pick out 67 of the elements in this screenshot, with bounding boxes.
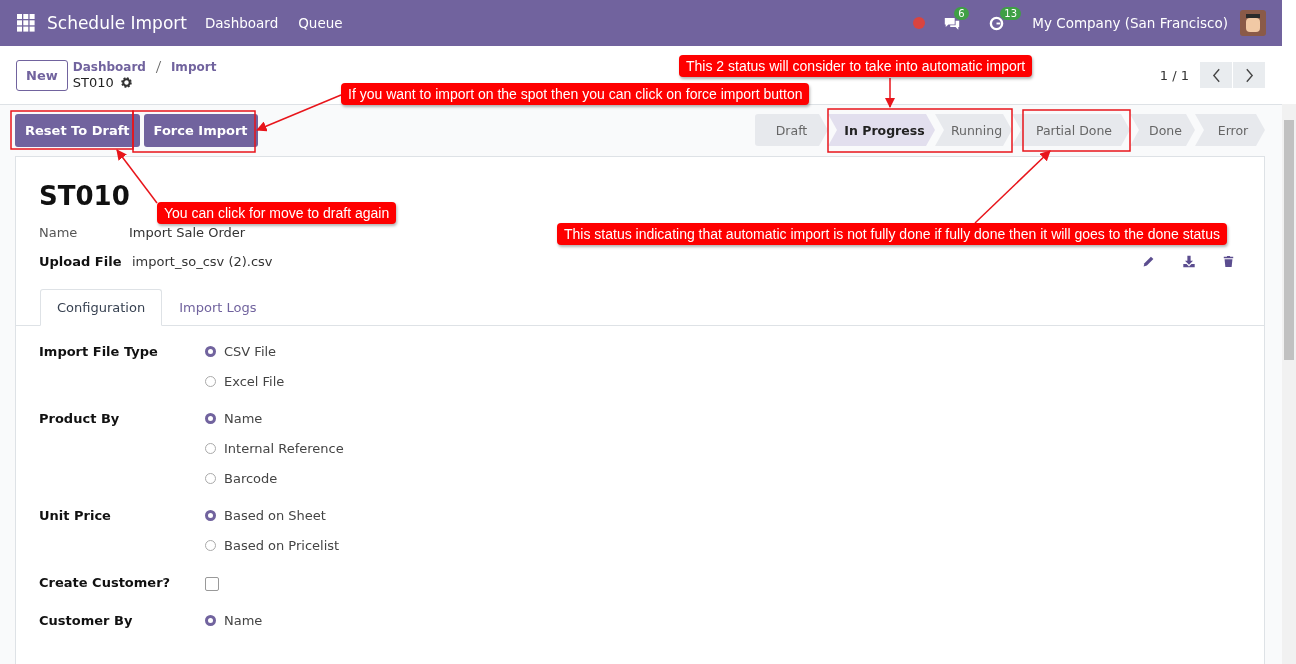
option-label: Name bbox=[224, 613, 263, 628]
radio-button[interactable] bbox=[205, 540, 216, 551]
next-button[interactable] bbox=[1233, 62, 1265, 88]
radio-button[interactable] bbox=[205, 443, 216, 454]
field-label: Unit Price bbox=[39, 508, 112, 525]
status-step[interactable]: Error bbox=[1195, 114, 1265, 146]
annotation-callout: This 2 status will consider to take into automatic import bbox=[679, 55, 1033, 77]
option-label: Based on Sheet bbox=[224, 508, 326, 523]
radio-button[interactable] bbox=[205, 510, 216, 521]
field-label: Upload File bbox=[39, 254, 123, 269]
radio-button[interactable] bbox=[205, 473, 216, 484]
gear-icon[interactable] bbox=[119, 76, 133, 89]
status-step[interactable]: Draft bbox=[755, 114, 828, 146]
radio-button[interactable] bbox=[205, 413, 216, 424]
action-button[interactable]: Force Import bbox=[143, 113, 258, 147]
checkbox[interactable] bbox=[205, 577, 219, 591]
nav-menu-link[interactable]: Queue bbox=[298, 15, 343, 31]
status-step[interactable]: Running bbox=[935, 114, 1012, 146]
annotation-callout: If you want to import on the spot then you can click on force import button bbox=[341, 83, 810, 105]
option-label: Internal Reference bbox=[224, 441, 344, 456]
arrow bbox=[884, 77, 896, 109]
clock-icon[interactable] bbox=[989, 15, 1005, 31]
breadcrumb-link[interactable]: Dashboard bbox=[72, 60, 146, 74]
annotation-callout: This status indicating that automatic import is not fully done if fully done then it will goes to the done status bbox=[557, 223, 1228, 245]
chevron-left-icon bbox=[1211, 67, 1221, 83]
field-value: Import Sale Order bbox=[129, 225, 246, 240]
trash-icon[interactable] bbox=[1223, 255, 1234, 268]
option-label: Name bbox=[224, 411, 263, 426]
edit-icon[interactable] bbox=[1142, 255, 1155, 268]
avatar-icon[interactable] bbox=[1240, 10, 1266, 36]
record-name: ST010 bbox=[72, 75, 114, 90]
action-button[interactable]: Reset To Draft bbox=[15, 113, 140, 147]
record-title: ST010 bbox=[39, 181, 131, 211]
radio-button[interactable] bbox=[205, 346, 216, 357]
field-label: Name bbox=[39, 225, 79, 240]
form-tab[interactable]: Configuration bbox=[40, 289, 163, 326]
field-label: Customer By bbox=[39, 613, 134, 628]
activity-count: 13 bbox=[1000, 6, 1021, 20]
field-label: Import File Type bbox=[39, 344, 159, 361]
chat-icon[interactable] bbox=[943, 15, 962, 31]
annotation-callout: You can click for move to draft again bbox=[157, 202, 397, 224]
nav-menu-link[interactable]: Dashboard bbox=[204, 15, 279, 31]
option-label: Excel File bbox=[224, 374, 285, 389]
chevron-right-icon bbox=[1244, 67, 1254, 83]
option-label: Based on Pricelist bbox=[224, 538, 340, 553]
pager-value: 1 / 1 bbox=[1159, 67, 1189, 83]
option-label: CSV File bbox=[224, 344, 277, 359]
form-tab[interactable]: Import Logs bbox=[162, 289, 274, 326]
field-label: Create Customer? bbox=[39, 575, 172, 591]
message-count: 6 bbox=[954, 6, 969, 20]
breadcrumb-link[interactable]: Import bbox=[170, 60, 217, 74]
download-icon[interactable] bbox=[1182, 255, 1196, 268]
file-name: import_so_csv (2).csv bbox=[132, 254, 273, 269]
option-label: Barcode bbox=[224, 471, 278, 486]
scrollbar[interactable] bbox=[1282, 104, 1296, 664]
radio-button[interactable] bbox=[205, 376, 216, 387]
previous-button[interactable] bbox=[1200, 62, 1232, 88]
app-grid-icon[interactable] bbox=[17, 14, 35, 32]
field-label: Product By bbox=[39, 411, 121, 428]
new-button[interactable]: New bbox=[16, 59, 68, 91]
status-dot-icon bbox=[913, 17, 926, 29]
app-title: Schedule Import bbox=[47, 13, 187, 33]
company-switcher[interactable]: My Company (San Francisco) bbox=[1032, 15, 1228, 31]
radio-button[interactable] bbox=[205, 615, 216, 626]
status-step[interactable]: Partial Done bbox=[1012, 114, 1130, 146]
status-step[interactable]: In Progress bbox=[828, 114, 935, 146]
status-step[interactable]: Done bbox=[1130, 114, 1195, 146]
